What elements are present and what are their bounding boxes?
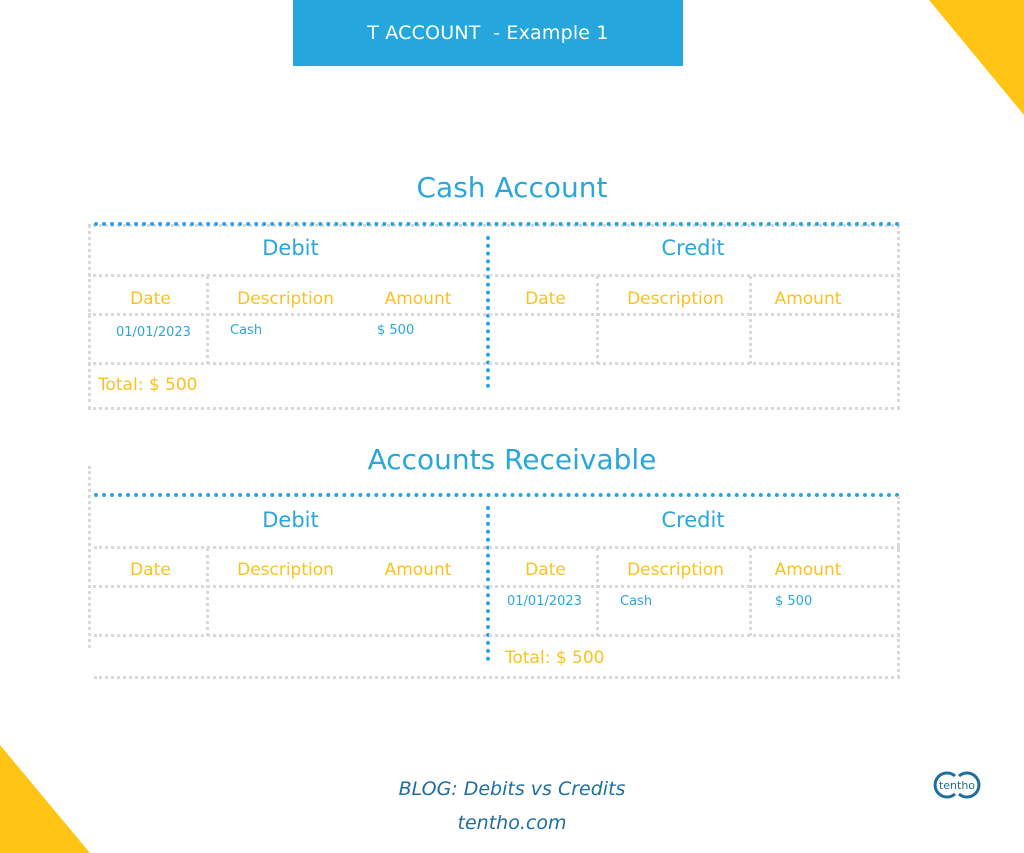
t-account-accounts-receivable: Debit Credit Date Description Amount Dat… xyxy=(88,466,900,686)
t-account-top-bar xyxy=(94,222,900,226)
account-title-cash: Cash Account xyxy=(416,171,608,204)
credit-col-amount: Amount xyxy=(774,560,842,580)
debit-row-description: Cash xyxy=(230,323,263,338)
debit-col-description: Description xyxy=(237,289,334,309)
credit-label: Credit xyxy=(661,236,725,260)
corner-triangle-top-right xyxy=(929,0,1024,115)
footer-blog-link[interactable]: BLOG: Debits vs Credits xyxy=(0,778,1024,800)
t-account-top-bar xyxy=(94,493,900,497)
grid-line xyxy=(94,634,900,637)
banner-title: T ACCOUNT - Example 1 xyxy=(293,0,683,66)
t-account-divider xyxy=(486,236,490,388)
t-account-divider xyxy=(486,506,490,661)
debit-col-description: Description xyxy=(237,560,334,580)
debit-col-amount: Amount xyxy=(384,289,452,309)
t-account-cash: Debit Credit Date Description Amount Dat… xyxy=(88,220,900,412)
tentho-logo: tentho xyxy=(928,770,986,800)
credit-col-date: Date xyxy=(525,289,566,309)
credit-row-date: 01/01/2023 xyxy=(507,594,582,609)
grid-line xyxy=(88,362,900,365)
grid-line xyxy=(206,276,209,364)
credit-row-amount: $ 500 xyxy=(775,594,813,609)
grid-line xyxy=(206,548,209,636)
grid-line xyxy=(94,676,900,679)
debit-label: Debit xyxy=(262,508,319,532)
grid-line xyxy=(94,546,900,549)
grid-line xyxy=(596,276,599,364)
grid-line xyxy=(88,274,900,277)
footer-site-link[interactable]: tentho.com xyxy=(0,812,1024,834)
debit-col-amount: Amount xyxy=(384,560,452,580)
credit-col-description: Description xyxy=(627,560,724,580)
debit-total: Total: $ 500 xyxy=(98,375,198,395)
credit-col-amount: Amount xyxy=(774,289,842,309)
credit-total: Total: $ 500 xyxy=(505,648,605,668)
grid-line xyxy=(88,466,91,648)
debit-row-date: 01/01/2023 xyxy=(116,325,191,340)
credit-col-date: Date xyxy=(525,560,566,580)
logo-text: tentho xyxy=(939,779,975,792)
tentho-infinity-logo-icon: tentho xyxy=(933,771,981,799)
grid-line xyxy=(88,313,900,316)
debit-row-amount: $ 500 xyxy=(377,323,415,338)
grid-line xyxy=(596,548,599,636)
debit-label: Debit xyxy=(262,236,319,260)
debit-col-date: Date xyxy=(130,289,171,309)
grid-line xyxy=(749,276,752,364)
credit-label: Credit xyxy=(661,508,725,532)
grid-line xyxy=(749,548,752,636)
credit-col-description: Description xyxy=(627,289,724,309)
debit-col-date: Date xyxy=(130,560,171,580)
credit-row-description: Cash xyxy=(620,594,653,609)
grid-line xyxy=(88,585,900,588)
